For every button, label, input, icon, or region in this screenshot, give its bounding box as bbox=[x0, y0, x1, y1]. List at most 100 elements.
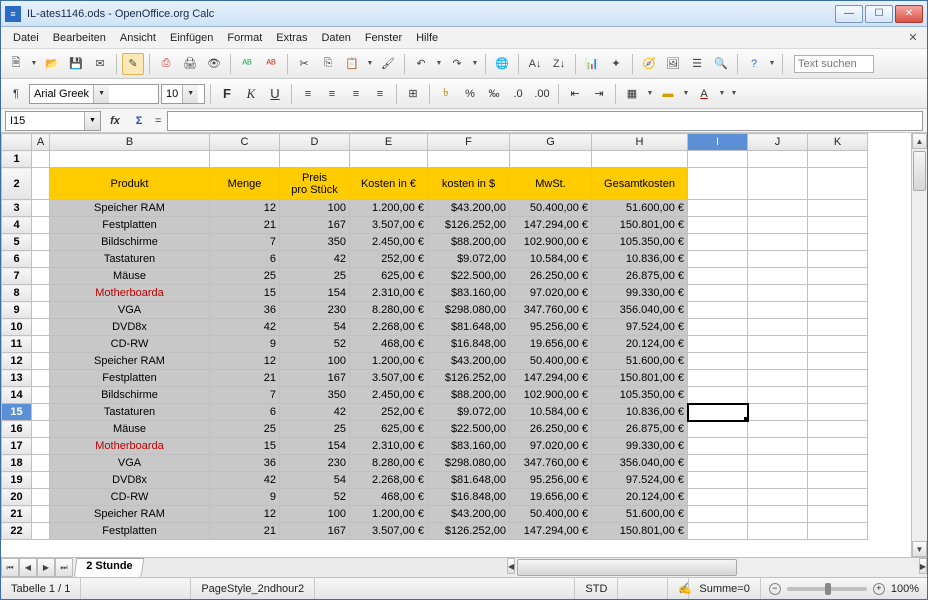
cell[interactable] bbox=[210, 151, 280, 168]
menu-daten[interactable]: Daten bbox=[315, 30, 356, 46]
cell[interactable] bbox=[688, 302, 748, 319]
format-paintbrush-icon[interactable]: 🖌 bbox=[377, 53, 399, 75]
cell-mwst[interactable]: 19.656,00 € bbox=[510, 489, 592, 506]
cell-gesamt[interactable]: 99.330,00 € bbox=[592, 438, 688, 455]
cell[interactable] bbox=[688, 217, 748, 234]
status-mode[interactable]: STD bbox=[575, 578, 618, 599]
scroll-right-icon[interactable]: ▶ bbox=[919, 558, 927, 574]
bgcolor-icon[interactable]: ▬ bbox=[657, 83, 679, 105]
header-kosten-usd[interactable]: kosten in $ bbox=[428, 168, 510, 200]
sheet-tab[interactable]: 2 Stunde bbox=[74, 558, 145, 577]
cell-dollar[interactable]: $9.072,00 bbox=[428, 251, 510, 268]
cell-mwst[interactable]: 97.020,00 € bbox=[510, 285, 592, 302]
cell[interactable] bbox=[688, 387, 748, 404]
row-header-14[interactable]: 14 bbox=[2, 387, 32, 404]
cell-produkt[interactable]: CD-RW bbox=[50, 489, 210, 506]
cell-kosten[interactable]: 2.450,00 € bbox=[350, 387, 428, 404]
cell-gesamt[interactable]: 356.040,00 € bbox=[592, 302, 688, 319]
vertical-scrollbar[interactable]: ▲ ▼ bbox=[911, 133, 927, 557]
chevron-down-icon[interactable]: ▼ bbox=[84, 112, 100, 130]
cell-produkt[interactable]: DVD8x bbox=[50, 319, 210, 336]
edit-file-icon[interactable]: ✎ bbox=[122, 53, 144, 75]
cell-preis[interactable]: 25 bbox=[280, 421, 350, 438]
spellcheck-icon[interactable]: ᴬᴮ bbox=[236, 53, 258, 75]
toolbar-overflow[interactable]: ▼ bbox=[767, 60, 777, 67]
decrease-indent-icon[interactable]: ⇤ bbox=[564, 83, 586, 105]
cell-dollar[interactable]: $16.848,00 bbox=[428, 336, 510, 353]
cell-mwst[interactable]: 147.294,00 € bbox=[510, 370, 592, 387]
status-sum[interactable]: Summe=0 bbox=[689, 578, 760, 599]
cell-mwst[interactable]: 19.656,00 € bbox=[510, 336, 592, 353]
row-header-2[interactable]: 2 bbox=[2, 168, 32, 200]
row-header-3[interactable]: 3 bbox=[2, 200, 32, 217]
cell-preis[interactable]: 167 bbox=[280, 217, 350, 234]
cell-produkt[interactable]: Speicher RAM bbox=[50, 200, 210, 217]
chevron-down-icon[interactable]: ▼ bbox=[182, 85, 198, 103]
cell[interactable] bbox=[808, 151, 868, 168]
cell[interactable] bbox=[688, 200, 748, 217]
cell-preis[interactable]: 350 bbox=[280, 387, 350, 404]
cell[interactable] bbox=[688, 455, 748, 472]
cell-dollar[interactable]: $298.080,00 bbox=[428, 455, 510, 472]
cell-menge[interactable]: 6 bbox=[210, 404, 280, 421]
status-signature-icon[interactable]: ✍ bbox=[668, 578, 689, 599]
menu-einfuegen[interactable]: Einfügen bbox=[164, 30, 219, 46]
cell-mwst[interactable]: 50.400,00 € bbox=[510, 506, 592, 523]
cell-dollar[interactable]: $22.500,00 bbox=[428, 268, 510, 285]
cell-kosten[interactable]: 2.310,00 € bbox=[350, 438, 428, 455]
cell-dollar[interactable]: $43.200,00 bbox=[428, 506, 510, 523]
zoom-slider[interactable] bbox=[787, 587, 867, 591]
navigator-icon[interactable]: 🧭 bbox=[638, 53, 660, 75]
col-header-H[interactable]: H bbox=[592, 134, 688, 151]
header-mwst[interactable]: MwSt. bbox=[510, 168, 592, 200]
close-button[interactable]: ✕ bbox=[895, 5, 923, 23]
cell-mwst[interactable]: 26.250,00 € bbox=[510, 268, 592, 285]
cell-produkt[interactable]: Motherboarda bbox=[50, 285, 210, 302]
menu-ansicht[interactable]: Ansicht bbox=[114, 30, 162, 46]
copy-icon[interactable]: ⎘ bbox=[317, 53, 339, 75]
save-icon[interactable]: 💾 bbox=[65, 53, 87, 75]
col-header-K[interactable]: K bbox=[808, 134, 868, 151]
name-box[interactable]: I15 ▼ bbox=[5, 111, 101, 131]
row-header-17[interactable]: 17 bbox=[2, 438, 32, 455]
scroll-down-icon[interactable]: ▼ bbox=[912, 541, 927, 557]
cell-mwst[interactable]: 102.900,00 € bbox=[510, 387, 592, 404]
cell-produkt[interactable]: Tastaturen bbox=[50, 251, 210, 268]
tab-last-icon[interactable]: ⏭ bbox=[55, 558, 73, 577]
fontcolor-icon[interactable]: A bbox=[693, 83, 715, 105]
borders-icon[interactable]: ▦ bbox=[621, 83, 643, 105]
select-all-corner[interactable] bbox=[2, 134, 32, 151]
cell-preis[interactable]: 167 bbox=[280, 370, 350, 387]
cell-preis[interactable]: 154 bbox=[280, 438, 350, 455]
row-header-13[interactable]: 13 bbox=[2, 370, 32, 387]
cell-gesamt[interactable]: 150.801,00 € bbox=[592, 217, 688, 234]
cell-gesamt[interactable]: 150.801,00 € bbox=[592, 370, 688, 387]
cell[interactable] bbox=[688, 151, 748, 168]
italic-button[interactable]: K bbox=[240, 83, 262, 105]
cell[interactable] bbox=[688, 404, 748, 421]
col-header-B[interactable]: B bbox=[50, 134, 210, 151]
minimize-button[interactable]: — bbox=[835, 5, 863, 23]
cell-gesamt[interactable]: 99.330,00 € bbox=[592, 285, 688, 302]
cell-gesamt[interactable]: 150.801,00 € bbox=[592, 523, 688, 540]
cell[interactable] bbox=[688, 523, 748, 540]
row-header-6[interactable]: 6 bbox=[2, 251, 32, 268]
cut-icon[interactable]: ✂ bbox=[293, 53, 315, 75]
close-document-icon[interactable]: ✕ bbox=[905, 30, 921, 46]
cell-menge[interactable]: 21 bbox=[210, 523, 280, 540]
cell-gesamt[interactable]: 20.124,00 € bbox=[592, 489, 688, 506]
cell-preis[interactable]: 230 bbox=[280, 302, 350, 319]
cell-gesamt[interactable]: 26.875,00 € bbox=[592, 268, 688, 285]
row-header-5[interactable]: 5 bbox=[2, 234, 32, 251]
horizontal-scrollbar[interactable]: ◀ ▶ bbox=[507, 558, 927, 577]
menu-fenster[interactable]: Fenster bbox=[359, 30, 408, 46]
cell-produkt[interactable]: DVD8x bbox=[50, 472, 210, 489]
cell-menge[interactable]: 36 bbox=[210, 302, 280, 319]
menu-bearbeiten[interactable]: Bearbeiten bbox=[47, 30, 112, 46]
align-center-icon[interactable]: ≡ bbox=[321, 83, 343, 105]
paste-dropdown[interactable]: ▼ bbox=[365, 60, 375, 67]
cell-kosten[interactable]: 3.507,00 € bbox=[350, 523, 428, 540]
cell-preis[interactable]: 42 bbox=[280, 404, 350, 421]
cell-mwst[interactable]: 10.584,00 € bbox=[510, 251, 592, 268]
cell-gesamt[interactable]: 105.350,00 € bbox=[592, 387, 688, 404]
